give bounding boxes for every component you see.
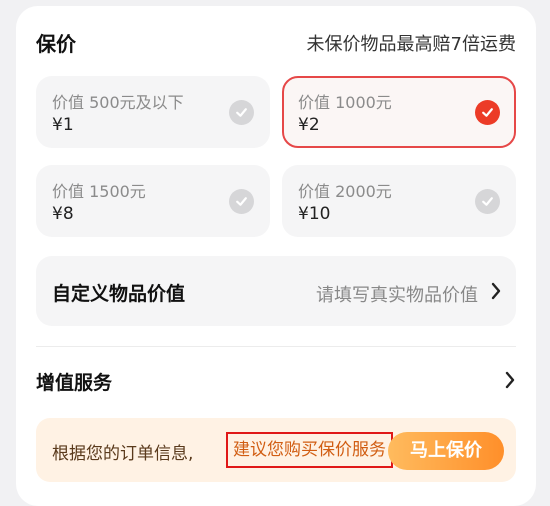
option-2000[interactable]: 价值 2000元 ¥10 xyxy=(282,165,516,237)
option-price: ¥10 xyxy=(298,204,331,224)
chevron-right-icon xyxy=(490,282,502,304)
option-1000[interactable]: 价值 1000元 ¥2 xyxy=(282,76,516,148)
custom-value-label: 自定义物品价值 xyxy=(52,283,186,305)
insurance-card: 保价 未保价物品最高赔7倍运费 价值 500元及以下 ¥1 价值 1000元 ¥… xyxy=(16,6,536,506)
option-price: ¥2 xyxy=(298,115,320,135)
recommendation-banner: 根据您的订单信息, 建议您购买保价服务 马上保价 xyxy=(36,418,516,482)
check-icon xyxy=(229,189,254,214)
insurance-header: 保价 未保价物品最高赔7倍运费 xyxy=(36,28,516,57)
banner-message: 根据您的订单信息, xyxy=(52,444,194,464)
banner-highlight: 建议您购买保价服务 xyxy=(226,432,393,468)
option-label: 价值 1000元 xyxy=(298,93,392,112)
custom-value-row[interactable]: 自定义物品价值 请填写真实物品价值 xyxy=(36,256,516,326)
option-500[interactable]: 价值 500元及以下 ¥1 xyxy=(36,76,270,148)
insure-now-button[interactable]: 马上保价 xyxy=(388,432,504,470)
value-added-title: 增值服务 xyxy=(36,372,113,394)
insurance-note: 未保价物品最高赔7倍运费 xyxy=(306,33,516,55)
custom-value-placeholder: 请填写真实物品价值 xyxy=(316,285,478,306)
chevron-right-icon xyxy=(504,371,516,393)
check-icon xyxy=(475,100,500,125)
value-added-services-row[interactable]: 增值服务 xyxy=(36,368,516,395)
option-price: ¥8 xyxy=(52,204,74,224)
option-1500[interactable]: 价值 1500元 ¥8 xyxy=(36,165,270,237)
option-price: ¥1 xyxy=(52,115,74,135)
check-icon xyxy=(229,100,254,125)
option-label: 价值 500元及以下 xyxy=(52,93,184,112)
check-icon xyxy=(475,189,500,214)
option-label: 价值 2000元 xyxy=(298,182,392,201)
option-label: 价值 1500元 xyxy=(52,182,146,201)
divider xyxy=(36,346,516,347)
insurance-title: 保价 xyxy=(36,32,76,56)
